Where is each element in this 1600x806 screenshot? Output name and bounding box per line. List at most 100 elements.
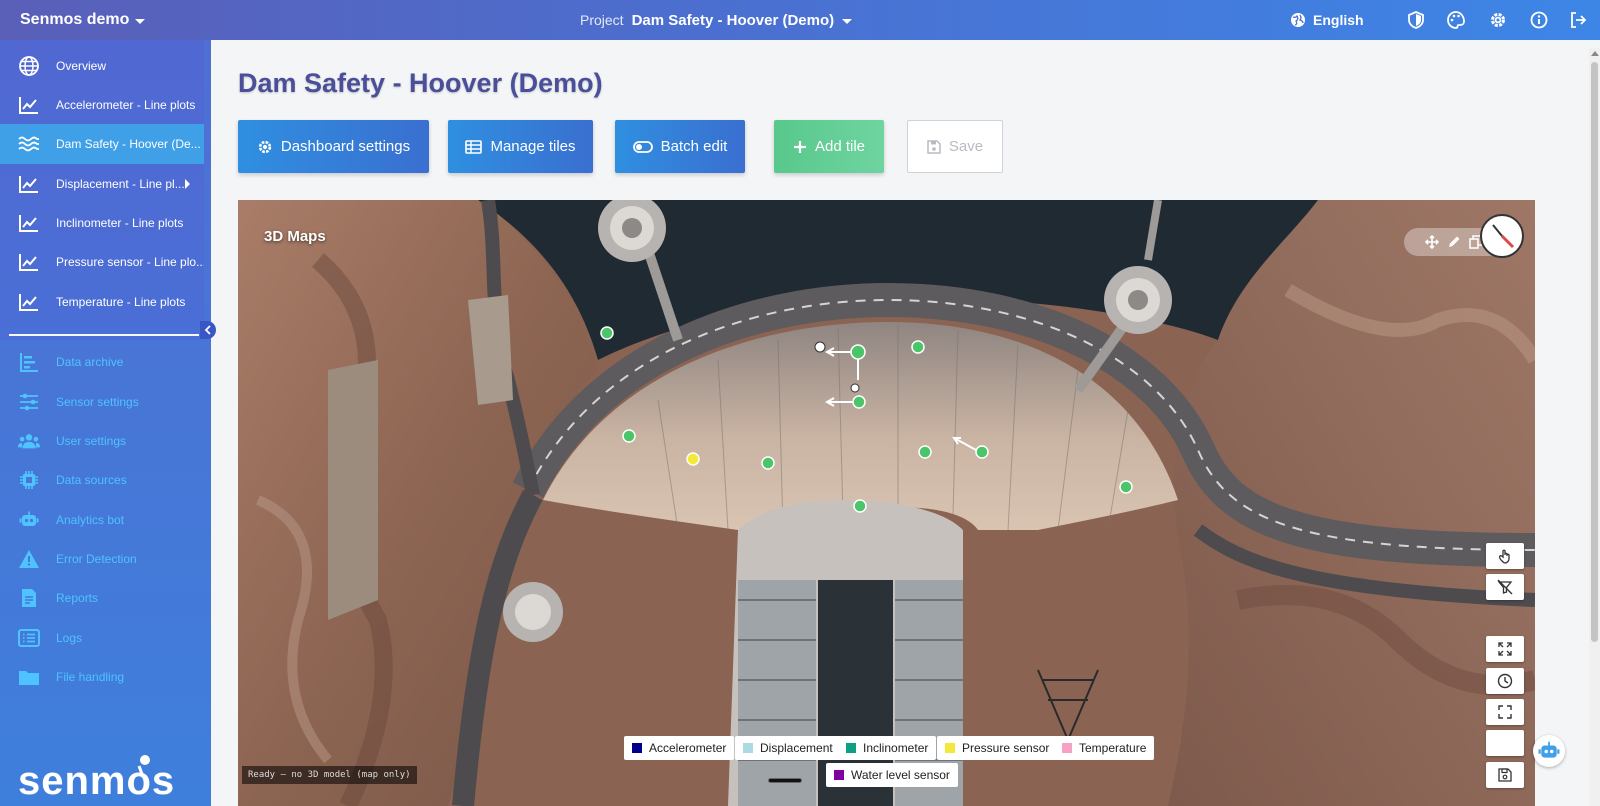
map-control-button[interactable] xyxy=(1486,730,1524,756)
senmos-logo: senmos xyxy=(18,755,175,802)
sidebar-item-displacement[interactable]: Displacement - Line pl... xyxy=(0,164,204,204)
project-selector[interactable]: Project Dam Safety - Hoover (Demo) xyxy=(580,0,853,40)
legend-item-temperature[interactable]: Temperature xyxy=(1054,736,1155,760)
satellite-map[interactable] xyxy=(238,200,1535,806)
warning-icon xyxy=(18,548,40,570)
sidebar-item-user-settings[interactable]: User settings xyxy=(0,421,204,461)
svg-text:senmos: senmos xyxy=(18,759,175,802)
waves-icon xyxy=(18,133,40,155)
palette-icon[interactable] xyxy=(1447,11,1465,29)
sidebar-item-pressure-sensor[interactable]: Pressure sensor - Line plo... xyxy=(0,242,204,282)
edit-icon[interactable] xyxy=(1447,235,1461,249)
sidebar-item-label: Sensor settings xyxy=(56,395,139,409)
legend-label: Pressure sensor xyxy=(962,741,1050,755)
legend-item-displacement[interactable]: Displacement xyxy=(735,736,841,760)
sidebar-item-temperature[interactable]: Temperature - Line plots xyxy=(0,282,204,322)
sidebar-item-label: User settings xyxy=(56,434,127,448)
map-scroll-handle[interactable] xyxy=(768,778,802,783)
org-selector[interactable]: Senmos demo xyxy=(20,0,146,40)
shield-icon[interactable] xyxy=(1407,11,1425,29)
sidebar-divider xyxy=(9,334,199,336)
legend-swatch xyxy=(743,743,753,753)
gesture-button[interactable] xyxy=(1486,543,1524,569)
top-bar: Senmos demo Project Dam Safety - Hoover … xyxy=(0,0,1600,40)
sidebar-item-accelerometer[interactable]: Accelerometer - Line plots xyxy=(0,85,204,125)
expand-icon xyxy=(1498,642,1512,656)
project-label: Project xyxy=(580,12,624,28)
button-label: Add tile xyxy=(814,138,866,155)
chevron-right-icon xyxy=(185,179,190,189)
button-label: Batch edit xyxy=(660,138,728,155)
save-button[interactable]: Save xyxy=(907,120,1003,173)
history-button[interactable] xyxy=(1486,668,1524,694)
sidebar-item-dam-safety[interactable]: Dam Safety - Hoover (De... xyxy=(0,124,204,164)
legend-item-water-level-sensor[interactable]: Water level sensor xyxy=(826,763,958,787)
language-label: English xyxy=(1313,12,1364,28)
sidebar-item-data-archive[interactable]: Data archive xyxy=(0,342,204,382)
sidebar-item-error-detection[interactable]: Error Detection xyxy=(0,539,204,579)
sidebar-item-sensor-settings[interactable]: Sensor settings xyxy=(0,382,204,422)
add-tile-button[interactable]: Add tile xyxy=(774,120,884,173)
sidebar-item-label: Displacement - Line pl... xyxy=(56,177,185,191)
info-icon[interactable] xyxy=(1530,11,1548,29)
sidebar-item-analytics-bot[interactable]: Analytics bot xyxy=(0,500,204,540)
filter-off-button[interactable] xyxy=(1486,574,1524,600)
globe-icon xyxy=(18,55,40,77)
sidebar-item-label: Data archive xyxy=(56,355,124,369)
line-chart-icon xyxy=(18,94,40,116)
line-chart-icon xyxy=(18,173,40,195)
move-icon[interactable] xyxy=(1425,235,1439,249)
batch-edit-button[interactable]: Batch edit xyxy=(615,120,745,173)
legend-item-accelerometer[interactable]: Accelerometer xyxy=(624,736,735,760)
sidebar-item-label: Accelerometer - Line plots xyxy=(56,98,196,112)
button-label: Manage tiles xyxy=(490,138,576,155)
sidebar-item-label: Overview xyxy=(56,59,107,73)
sidebar-dashboards: Overview Accelerometer - Line plots Dam … xyxy=(0,40,204,340)
sidebar-item-label: Analytics bot xyxy=(56,513,125,527)
expand-button[interactable] xyxy=(1486,636,1524,662)
language-selector[interactable]: English xyxy=(1290,0,1364,40)
legend-label: Water level sensor xyxy=(851,768,950,782)
sidebar-item-reports[interactable]: Reports xyxy=(0,578,204,618)
scroll-up-icon[interactable] xyxy=(1591,51,1599,56)
project-name: Dam Safety - Hoover (Demo) xyxy=(631,11,835,29)
robot-icon xyxy=(1538,741,1560,758)
sidebar-item-label: Dam Safety - Hoover (De... xyxy=(56,137,201,151)
scrollbar-thumb[interactable] xyxy=(1591,62,1598,642)
chatbot-button[interactable] xyxy=(1533,735,1565,767)
legend-swatch xyxy=(632,743,642,753)
sidebar-item-overview[interactable]: Overview xyxy=(0,46,204,86)
gear-icon xyxy=(258,140,272,153)
page-title: Dam Safety - Hoover (Demo) xyxy=(238,68,603,98)
sidebar-item-label: Temperature - Line plots xyxy=(56,295,186,309)
gear-icon[interactable] xyxy=(1489,11,1507,29)
sidebar-item-data-sources[interactable]: Data sources xyxy=(0,460,204,500)
line-chart-icon xyxy=(18,251,40,273)
hand-pointer-icon xyxy=(1498,549,1510,564)
sidebar-item-file-handling[interactable]: File handling xyxy=(0,657,204,697)
save-view-button[interactable] xyxy=(1486,762,1524,788)
page-scrollbar[interactable] xyxy=(1589,48,1600,806)
compass-icon[interactable] xyxy=(1480,214,1524,258)
fullscreen-icon xyxy=(1498,705,1512,719)
sidebar-item-label: Error Detection xyxy=(56,552,137,566)
chevron-down-icon xyxy=(135,18,146,24)
sidebar-item-label: Data sources xyxy=(56,473,127,487)
fullscreen-button[interactable] xyxy=(1486,699,1524,725)
sidebar-item-label: File handling xyxy=(56,670,125,684)
map-status: Ready — no 3D model (map only) xyxy=(242,766,417,784)
legend-label: Displacement xyxy=(760,741,833,755)
legend-item-inclinometer[interactable]: Inclinometer xyxy=(838,736,937,760)
manage-tiles-button[interactable]: Manage tiles xyxy=(448,120,593,173)
legend-item-pressure-sensor[interactable]: Pressure sensor xyxy=(937,736,1058,760)
sidebar-item-logs[interactable]: Logs xyxy=(0,618,204,658)
folder-icon xyxy=(18,666,40,688)
globe-icon xyxy=(1291,13,1305,27)
dashboard-settings-button[interactable]: Dashboard settings xyxy=(238,120,429,173)
logout-icon[interactable] xyxy=(1569,11,1587,29)
sidebar-item-inclinometer[interactable]: Inclinometer - Line plots xyxy=(0,203,204,243)
legend-swatch xyxy=(945,743,955,753)
map-tile[interactable]: 3D Maps Accelerometer Displacement Incli… xyxy=(238,200,1535,806)
robot-icon xyxy=(18,509,40,531)
list-icon xyxy=(18,627,40,649)
